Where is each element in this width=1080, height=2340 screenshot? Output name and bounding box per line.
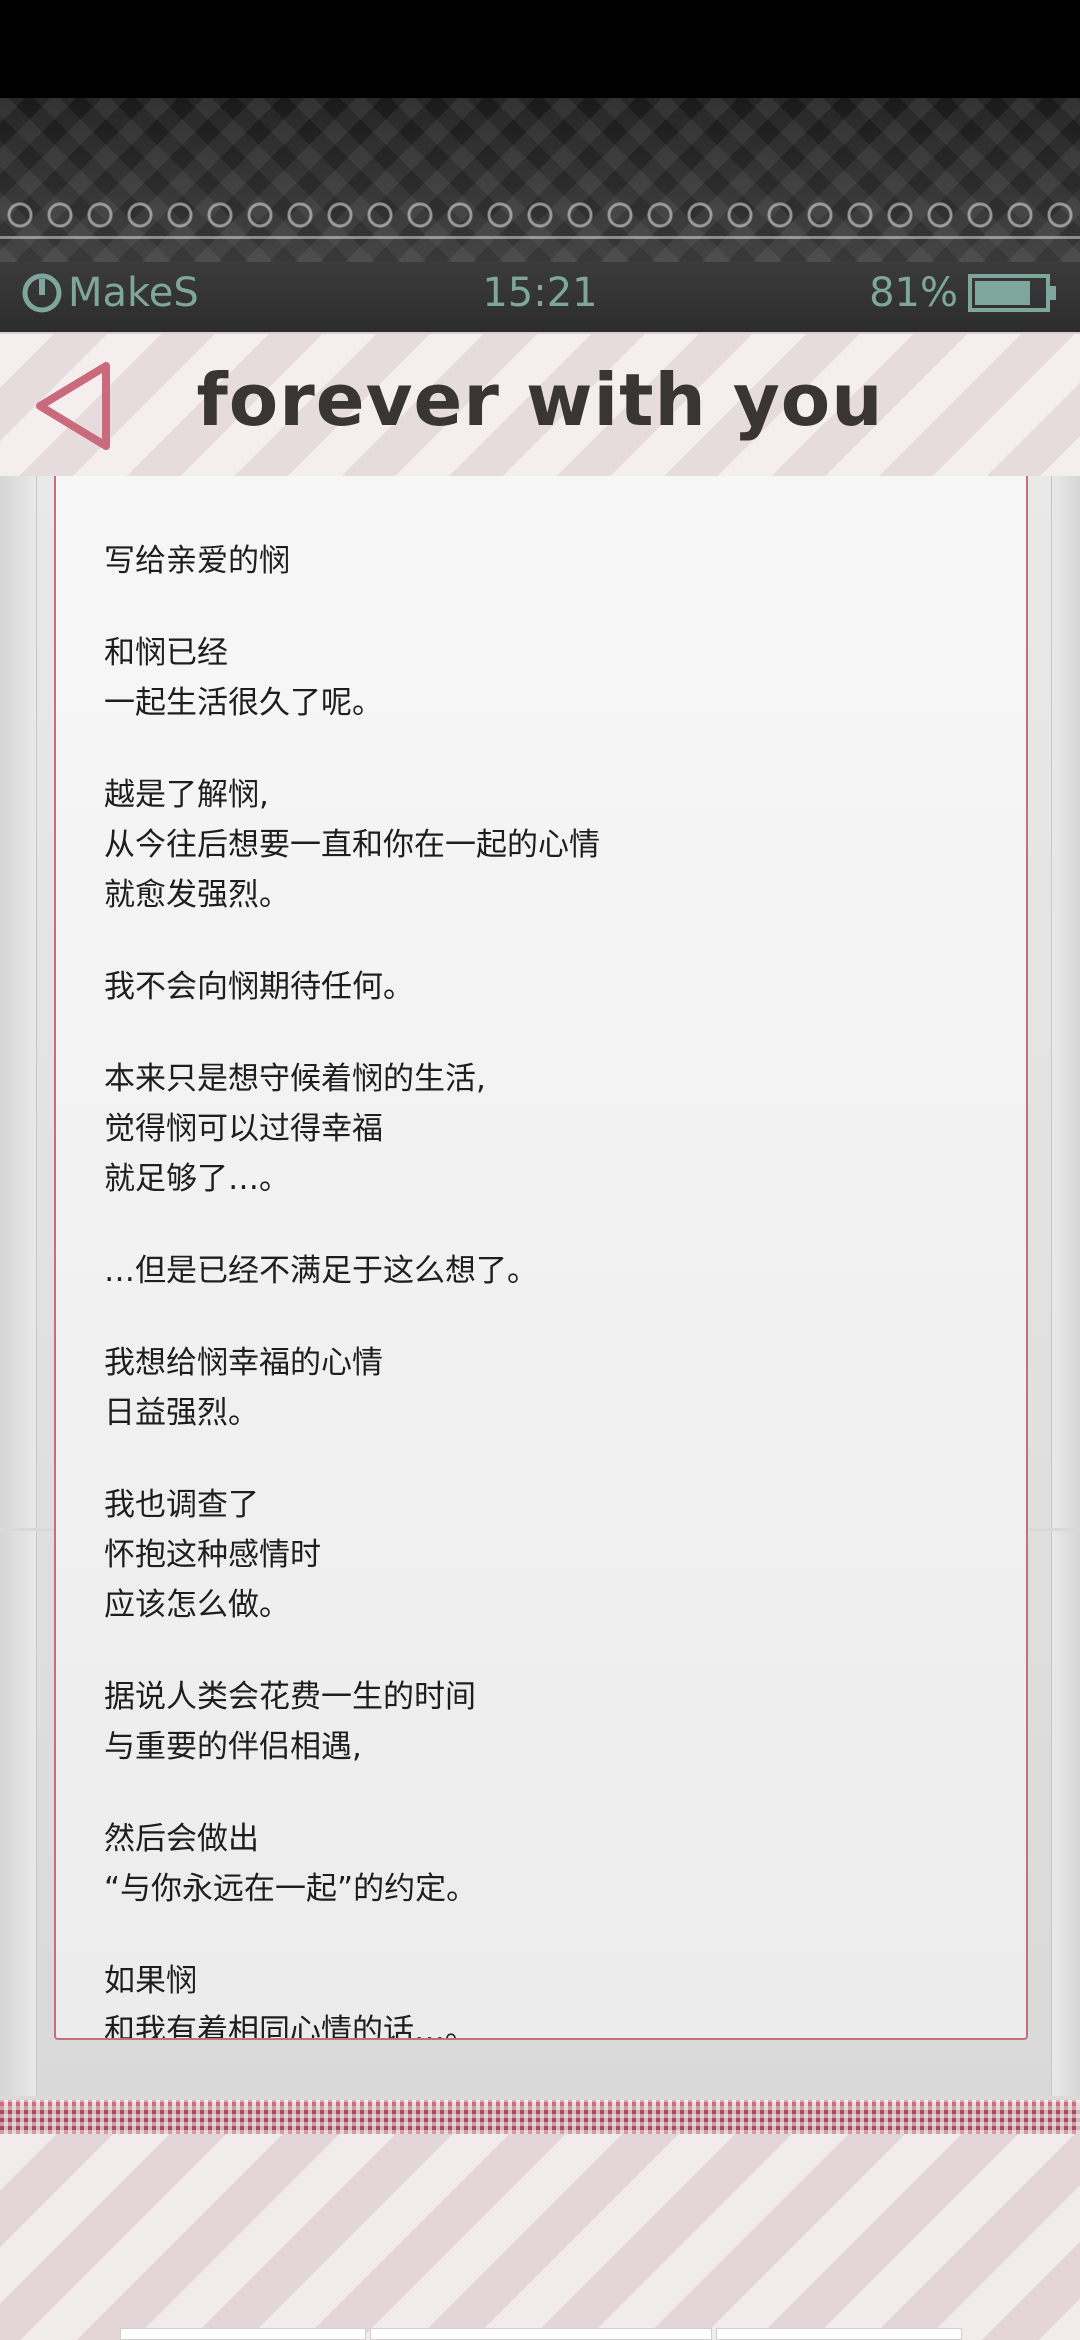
letter-paragraph: 我也调查了怀抱这种感情时 应该怎么做。 <box>104 1480 984 1630</box>
letter-paragraph: 我想给悯幸福的心情 日益强烈。 <box>104 1338 984 1438</box>
letter-line: 写给亲爱的悯 <box>104 543 290 579</box>
letter-paragraph: …但是已经不满足于这么想了。 <box>104 1246 984 1296</box>
page-title: forever with you <box>196 358 884 442</box>
letter-paragraph: 然后会做出 “与你永远在一起”的约定。 <box>104 1814 984 1914</box>
bottom-stripes <box>0 2134 1080 2340</box>
bottom-tab[interactable] <box>370 2328 712 2340</box>
decorative-pattern <box>0 98 1080 268</box>
letter-paragraph: 本来只是想守候着悯的生活, 觉得悯可以过得幸福 就足够了…。 <box>104 1054 984 1204</box>
bottom-tab-strip <box>0 2328 1080 2340</box>
battery-fill <box>975 281 1030 305</box>
letter-line: 我也调查了 <box>104 1487 259 1523</box>
letter-line: 应该怎么做。 <box>104 1587 290 1623</box>
letter-line: 和悯已经 <box>104 635 228 671</box>
letter-paragraph: 越是了解悯, 从今往后想要一直和你在一起的心情 就愈发强烈。 <box>104 770 984 920</box>
checker-band-overlay <box>0 2100 1080 2134</box>
left-side-panel <box>0 476 37 2096</box>
letter-line: 日益强烈。 <box>104 1395 259 1431</box>
top-black-bar <box>0 0 1080 98</box>
letter-line: 和我有着相同心情的话…。 <box>104 2013 476 2040</box>
letter-line: 我不会向悯期待任何。 <box>104 969 414 1005</box>
letter-line: 越是了解悯, <box>104 777 269 813</box>
header-bar: forever with you <box>0 332 1080 478</box>
bottom-tab[interactable] <box>716 2328 962 2340</box>
letter-line: 从今往后想要一直和你在一起的心情 <box>104 827 600 863</box>
letter-line: …但是已经不满足于这么想了。 <box>104 1253 538 1289</box>
letter-paragraph: 和悯已经一起生活很久了呢。 <box>104 628 984 728</box>
letter-line: 与重要的伴侣相遇, <box>104 1729 362 1765</box>
letter-line: 就足够了…。 <box>104 1161 290 1197</box>
letter-line: 一起生活很久了呢。 <box>104 685 383 721</box>
battery-group: 81% <box>869 270 1058 316</box>
letter-line: 据说人类会花费一生的时间 <box>104 1679 476 1715</box>
letter-line: 就愈发强烈。 <box>104 877 290 913</box>
letter-line: 觉得悯可以过得幸福 <box>104 1111 383 1147</box>
letter-paragraph: 写给亲爱的悯 <box>104 536 984 586</box>
letter-paragraph: 如果悯和我有着相同心情的话…。 <box>104 1956 984 2040</box>
status-bar: MakeS 15:21 81% <box>0 262 1080 332</box>
letter-line: 然后会做出 <box>104 1821 259 1857</box>
letter-line: 本来只是想守候着悯的生活, <box>104 1061 486 1097</box>
battery-icon <box>968 274 1056 312</box>
letter-paragraph: 我不会向悯期待任何。 <box>104 962 984 1012</box>
letter-line: 我想给悯幸福的心情 <box>104 1345 383 1381</box>
right-side-panel <box>1051 476 1080 2096</box>
letter-card[interactable]: 写给亲爱的悯 和悯已经一起生活很久了呢。 越是了解悯, 从今往后想要一直和你在一起的心… <box>54 476 1028 2040</box>
letter-text: 写给亲爱的悯 和悯已经一起生活很久了呢。 越是了解悯, 从今往后想要一直和你在一起的心… <box>104 536 984 2040</box>
letter-line: 怀抱这种感情时 <box>104 1537 321 1573</box>
battery-percent: 81% <box>869 270 958 316</box>
lace-line <box>0 236 1080 239</box>
lace-decoration <box>0 190 1080 240</box>
letter-line: 如果悯 <box>104 1963 197 1999</box>
bottom-tab[interactable] <box>120 2328 366 2340</box>
letter-line: “与你永远在一起”的约定。 <box>104 1871 478 1907</box>
letter-paragraph: 据说人类会花费一生的时间 与重要的伴侣相遇, <box>104 1672 984 1772</box>
